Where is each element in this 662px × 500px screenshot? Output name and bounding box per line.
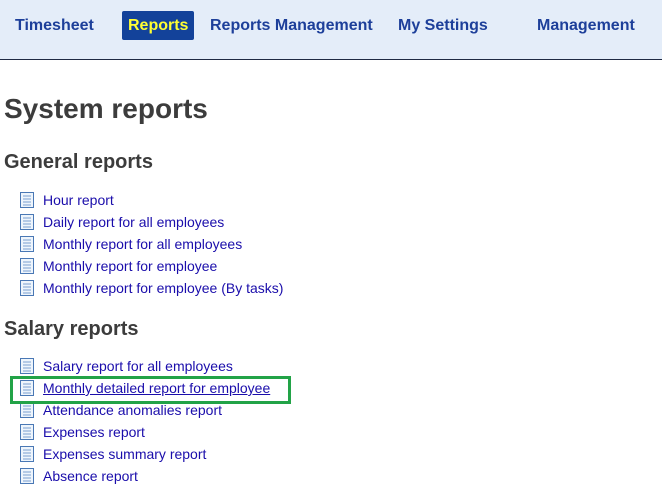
nav-tab-timesheet[interactable]: Timesheet [15,11,94,40]
page-title: System reports [4,93,208,124]
document-icon [20,358,34,374]
salary-reports-list: Salary report for all employees Monthly … [20,355,270,487]
report-link-absence-report[interactable]: Absence report [43,465,138,487]
nav-tab-reports-management[interactable]: Reports Management [210,11,373,40]
document-icon [20,192,34,208]
report-item-monthly-report-all: Monthly report for all employees [20,233,283,255]
report-link-monthly-report-employee-tasks[interactable]: Monthly report for employee (By tasks) [43,277,283,299]
nav-tab-management[interactable]: Management [537,11,635,40]
top-navigation-bar: Timesheet Reports Reports Management My … [0,0,662,60]
document-icon [20,280,34,296]
report-link-expenses-report[interactable]: Expenses report [43,421,145,443]
report-item-expenses-report: Expenses report [20,421,270,443]
report-item-hour-report: Hour report [20,189,283,211]
document-icon [20,380,34,396]
section-title-general-reports: General reports [4,151,153,173]
general-reports-list: Hour report Daily report for all employe… [20,189,283,299]
report-item-attendance-anomalies: Attendance anomalies report [20,399,270,421]
document-icon [20,402,34,418]
document-icon [20,468,34,484]
document-icon [20,214,34,230]
report-item-monthly-report-employee: Monthly report for employee [20,255,283,277]
report-item-monthly-report-employee-tasks: Monthly report for employee (By tasks) [20,277,283,299]
nav-tab-reports[interactable]: Reports [122,11,195,40]
document-icon [20,258,34,274]
document-icon [20,446,34,462]
report-link-attendance-anomalies[interactable]: Attendance anomalies report [43,399,222,421]
section-title-salary-reports: Salary reports [4,318,139,340]
document-icon [20,236,34,252]
report-item-salary-report-all: Salary report for all employees [20,355,270,377]
report-item-absence-report: Absence report [20,465,270,487]
report-link-daily-report-all[interactable]: Daily report for all employees [43,211,224,233]
report-item-daily-report-all: Daily report for all employees [20,211,283,233]
report-link-monthly-report-all[interactable]: Monthly report for all employees [43,233,242,255]
report-link-monthly-report-employee[interactable]: Monthly report for employee [43,255,217,277]
nav-tab-my-settings[interactable]: My Settings [398,11,488,40]
document-icon [20,424,34,440]
report-link-hour-report[interactable]: Hour report [43,189,114,211]
report-link-monthly-detailed-report[interactable]: Monthly detailed report for employee [43,377,270,399]
report-link-salary-report-all[interactable]: Salary report for all employees [43,355,233,377]
report-item-monthly-detailed-report: Monthly detailed report for employee [20,377,270,399]
report-link-expenses-summary[interactable]: Expenses summary report [43,443,206,465]
report-item-expenses-summary: Expenses summary report [20,443,270,465]
